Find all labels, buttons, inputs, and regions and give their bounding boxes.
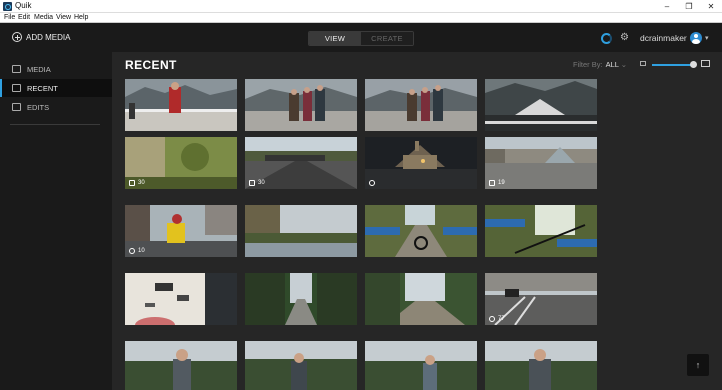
media-thumbnail[interactable] [485,205,597,257]
thumbnail-badge [369,180,378,186]
thumbnail-badge: 10 [129,248,145,254]
media-thumbnail[interactable]: 10 [125,205,237,257]
chevron-down-icon[interactable]: ▾ [705,34,709,42]
username[interactable]: dcrainmaker [640,33,687,43]
menu-media[interactable]: Media [34,13,53,23]
media-thumbnail[interactable]: 30 [125,137,237,189]
scroll-to-top-button[interactable]: ↑ [687,354,709,376]
timelapse-icon [369,180,375,186]
media-icon [12,65,21,73]
media-thumbnail[interactable]: 19 [485,137,597,189]
tab-view[interactable]: VIEW [309,32,361,45]
app-window: Quik – ❐ ✕ File Edit Media View Help ADD… [0,0,722,390]
main-content: RECENT Filter By: ALL ⌄ 30 30 19 10 77 [112,52,722,390]
add-media-label: ADD MEDIA [26,32,71,42]
media-thumbnail[interactable]: 77 [485,273,597,325]
burst-icon [249,180,255,186]
chevron-down-icon: ⌄ [620,60,628,69]
title-bar: Quik – ❐ ✕ [0,0,722,13]
sidebar-item-media[interactable]: MEDIA [0,60,112,78]
sidebar-item-label: MEDIA [27,64,51,74]
timelapse-icon [129,248,135,254]
zoom-slider-track[interactable] [652,64,692,66]
thumbnail-badge: 77 [489,316,505,322]
tab-create[interactable]: CREATE [361,32,413,45]
timelapse-icon [489,316,495,322]
menu-bar: File Edit Media View Help [0,13,722,23]
large-thumbnails-icon[interactable] [701,60,710,67]
zoom-slider-handle[interactable] [690,61,697,68]
filter-dropdown[interactable]: Filter By: ALL ⌄ [573,60,627,69]
media-thumbnail[interactable] [365,273,477,325]
add-icon [12,32,22,42]
media-thumbnail[interactable] [245,341,357,390]
media-thumbnail[interactable] [245,205,357,257]
media-thumbnail[interactable] [485,341,597,390]
media-thumbnail[interactable] [125,341,237,390]
page-title: RECENT [125,58,177,72]
media-thumbnail[interactable] [365,341,477,390]
media-thumbnail[interactable] [245,273,357,325]
media-thumbnail[interactable] [125,79,237,131]
small-thumbnails-icon[interactable] [640,61,646,66]
quik-logo-icon [3,2,12,11]
sidebar-divider [10,124,100,125]
media-thumbnail[interactable] [365,205,477,257]
media-thumbnail[interactable] [485,79,597,131]
menu-help[interactable]: Help [74,13,88,23]
thumbnail-badge: 30 [129,180,145,186]
sidebar-item-label: RECENT [27,83,58,93]
menu-view[interactable]: View [56,13,71,23]
add-media-button[interactable]: ADD MEDIA [12,31,70,43]
filter-label: Filter By: [573,60,603,69]
edits-icon [12,103,21,111]
top-toolbar: ADD MEDIA VIEW CREATE ⚙ dcrainmaker ▾ [0,23,722,52]
sidebar-item-label: EDITS [27,102,50,112]
menu-edit[interactable]: Edit [18,13,30,23]
view-create-switch: VIEW CREATE [308,31,414,46]
media-thumbnail[interactable] [125,273,237,325]
close-button[interactable]: ✕ [700,0,722,13]
sidebar-item-edits[interactable]: EDITS [0,98,112,116]
menu-file[interactable]: File [4,13,15,23]
media-thumbnail[interactable] [365,137,477,189]
sync-status-icon[interactable] [601,33,612,44]
media-thumbnail[interactable] [245,79,357,131]
burst-icon [489,180,495,186]
media-grid: 30 30 19 10 77 [125,79,597,390]
burst-icon [129,180,135,186]
maximize-button[interactable]: ❐ [678,0,700,13]
filter-value: ALL [605,60,619,69]
sidebar-item-recent[interactable]: RECENT [0,79,112,97]
thumbnail-badge: 19 [489,180,505,186]
minimize-button[interactable]: – [656,0,678,13]
recent-icon [12,84,21,92]
thumbnail-badge: 30 [249,180,265,186]
window-title: Quik [15,1,32,10]
avatar[interactable] [690,32,702,44]
media-thumbnail[interactable]: 30 [245,137,357,189]
gear-icon[interactable]: ⚙ [620,33,630,43]
media-thumbnail[interactable] [365,79,477,131]
sidebar: MEDIA RECENT EDITS [0,52,112,390]
